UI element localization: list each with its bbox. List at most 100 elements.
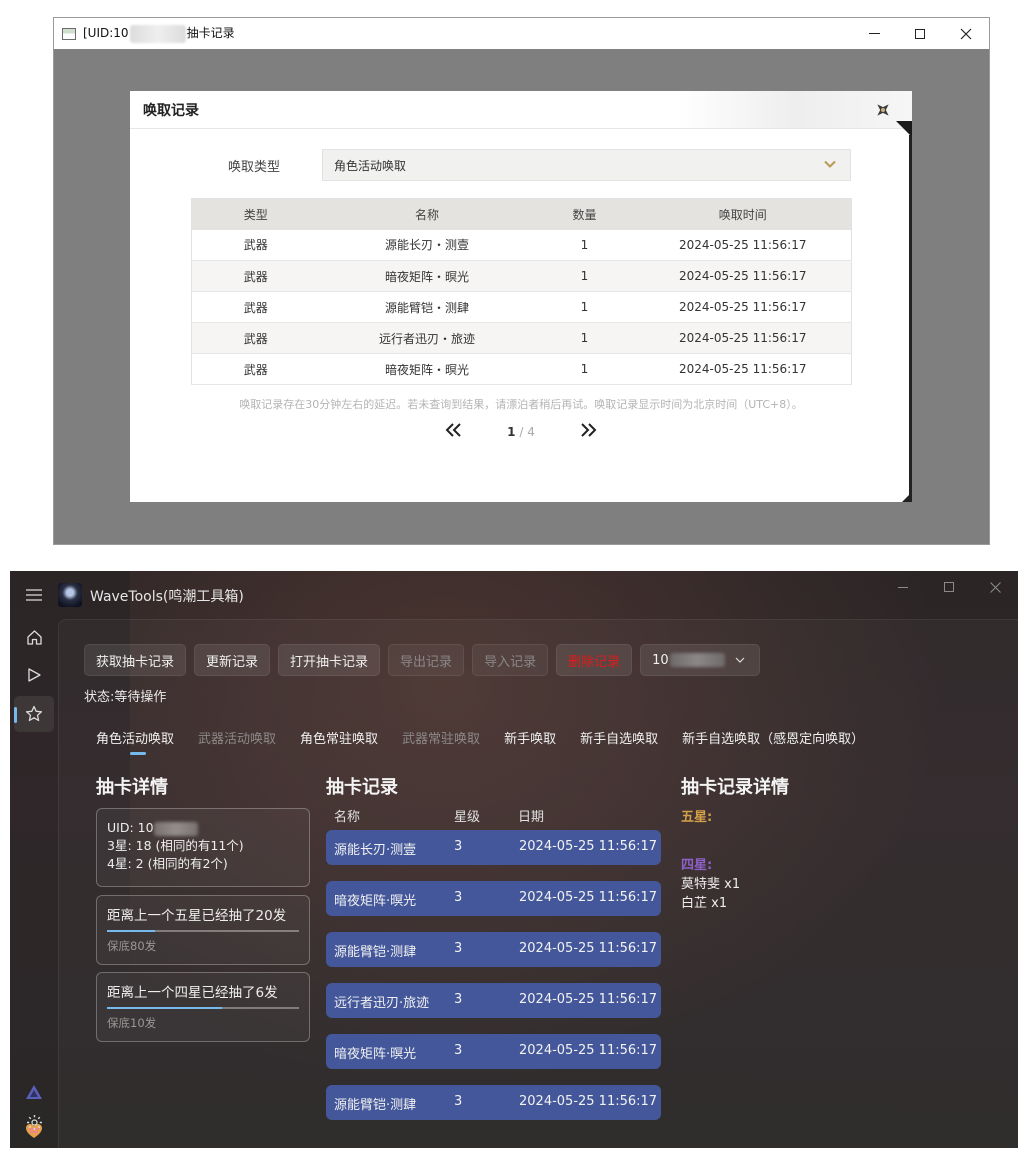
list-item[interactable]: 源能臂铠·测肆 3 2024-05-25 11:56:17 (326, 1085, 661, 1120)
uid-select-value: 10 (652, 652, 669, 668)
cell-count: 1 (534, 229, 635, 261)
next-page-button[interactable] (579, 423, 597, 440)
close-button[interactable] (972, 571, 1018, 603)
record-rarity: 3 (454, 992, 463, 1007)
close-button[interactable] (943, 18, 989, 49)
record-name: 远行者迅刃·旅迹 (334, 996, 430, 1011)
type-label: 唤取类型 (228, 159, 281, 175)
uid-select[interactable]: 10 (640, 644, 761, 676)
tab-weapon-event[interactable]: 武器活动唤取 (198, 728, 276, 747)
dialog-close-icon[interactable] (872, 99, 894, 121)
type-select[interactable]: 角色活动唤取 (322, 149, 851, 181)
cell-time: 2024-05-25 11:56:17 (634, 229, 852, 261)
tab-beginner[interactable]: 新手唤取 (504, 728, 556, 747)
cell-name: 暗夜矩阵・暝光 (319, 353, 535, 385)
four-star-pity-card: 距离上一个四星已经抽了6发 保底10发 (96, 972, 310, 1042)
cell-name: 远行者迅刃・旅迹 (319, 322, 535, 354)
delete-records-button[interactable]: 删除记录 (556, 644, 633, 676)
page-indicator: 1 / 4 (507, 425, 535, 439)
double-chevron-right-icon (581, 423, 597, 437)
pagination: 1 / 4 (130, 423, 912, 440)
tab-character-standard[interactable]: 角色常驻唤取 (300, 728, 378, 747)
get-records-button[interactable]: 获取抽卡记录 (84, 644, 187, 676)
page-separator: / (519, 424, 524, 439)
list-item[interactable]: 源能臂铠·测肆 3 2024-05-25 11:56:17 (326, 932, 661, 967)
dialog-edge-decoration (909, 135, 912, 495)
cell-name: 源能长刃・测壹 (319, 229, 535, 261)
nav-launch[interactable] (14, 657, 54, 693)
play-icon (28, 668, 41, 682)
app-titlebar[interactable]: WaveTools(鸣潮工具箱) (10, 571, 1018, 619)
summary-card: UID: 10 3星: 18 (相同的有11个) 4星: 2 (相同的有2个) (96, 808, 310, 887)
record-date: 2024-05-25 11:56:17 (519, 839, 658, 854)
five-star-pity-card: 距离上一个五星已经抽了20发 保底80发 (96, 895, 310, 965)
minimize-button[interactable] (880, 571, 926, 603)
table-row: 武器 远行者迅刃・旅迹 1 2024-05-25 11:56:17 (191, 322, 852, 354)
cell-count: 1 (534, 353, 635, 385)
dialog-header: 唤取记录 (130, 91, 912, 129)
delay-note: 唤取记录存在30分钟左右的延迟。若未查询到结果，请漂泊者稍后再试。唤取记录显示时… (239, 398, 803, 411)
cell-time: 2024-05-25 11:56:17 (634, 353, 852, 385)
record-date: 2024-05-25 11:56:17 (519, 992, 658, 1007)
record-name: 暗夜矩阵·暝光 (334, 894, 417, 909)
nav-home[interactable] (14, 619, 54, 655)
three-star-count: 3星: 18 (相同的有11个) (107, 838, 244, 853)
nav-gacha[interactable] (14, 696, 54, 732)
close-icon (989, 581, 1001, 593)
tab-character-event[interactable]: 角色活动唤取 (96, 728, 174, 755)
column-header: 名称 (319, 198, 535, 230)
redacted-uid (153, 821, 198, 836)
record-details-heading: 抽卡记录详情 (681, 777, 789, 798)
four-star-item: 白芷 x1 (681, 896, 728, 911)
record-name: 暗夜矩阵·暝光 (334, 1047, 417, 1062)
gear-icon (26, 1114, 42, 1130)
column-header-rarity: 星级 (454, 810, 481, 825)
list-item[interactable]: 远行者迅刃·旅迹 3 2024-05-25 11:56:17 (326, 983, 661, 1018)
status-text: 状态:等待操作 (84, 690, 167, 705)
list-item[interactable]: 暗夜矩阵·暝光 3 2024-05-25 11:56:17 (326, 1034, 661, 1069)
record-name: 源能长刃·测壹 (334, 843, 417, 858)
close-icon (960, 28, 972, 39)
maximize-button[interactable] (897, 18, 943, 49)
hamburger-menu-icon[interactable] (26, 589, 42, 601)
maximize-icon (944, 582, 954, 592)
export-records-button[interactable]: 导出记录 (388, 644, 465, 676)
cell-time: 2024-05-25 11:56:17 (634, 322, 852, 354)
tab-beginner-selector-thanks[interactable]: 新手自选唤取（感恩定向唤取） (682, 728, 864, 747)
type-filter-row: 唤取类型 角色活动唤取 (228, 149, 851, 181)
table-row: 武器 源能臂铠・测肆 1 2024-05-25 11:56:17 (191, 291, 852, 323)
records-list[interactable]: 源能长刃·测壹 3 2024-05-25 11:56:17 暗夜矩阵·暝光 3 … (326, 830, 663, 1148)
four-star-label: 四星: (681, 858, 713, 873)
list-item[interactable]: 暗夜矩阵·暝光 3 2024-05-25 11:56:17 (326, 881, 661, 916)
nav-settings[interactable] (14, 1104, 54, 1140)
open-records-button[interactable]: 打开抽卡记录 (278, 644, 381, 676)
gacha-page: 获取抽卡记录 更新记录 打开抽卡记录 导出记录 导入记录 删除记录 10 状态:… (58, 619, 1018, 1148)
prev-page-button[interactable] (445, 423, 463, 440)
update-records-button[interactable]: 更新记录 (194, 644, 271, 676)
chevron-down-icon (824, 160, 836, 168)
tab-beginner-selector[interactable]: 新手自选唤取 (580, 728, 658, 747)
column-header-name: 名称 (334, 810, 361, 825)
minimize-button[interactable] (851, 18, 897, 49)
maximize-icon (915, 28, 925, 39)
five-star-pity-fill (107, 930, 155, 932)
dialog-title: 唤取记录 (143, 102, 199, 119)
record-rarity: 3 (454, 839, 463, 854)
cell-name: 暗夜矩阵・暝光 (319, 260, 535, 292)
cell-type: 武器 (191, 229, 320, 261)
cell-type: 武器 (191, 353, 320, 385)
convene-record-dialog: 唤取记录 唤取类型 角色活动唤取 类型 名称 数量 唤取时间 武器 源能长刃・测… (130, 91, 912, 502)
window-titlebar[interactable]: [UID:10 抽卡记录 (54, 18, 989, 49)
maximize-button[interactable] (926, 571, 972, 603)
app-title: WaveTools(鸣潮工具箱) (90, 589, 244, 605)
tab-weapon-standard[interactable]: 武器常驻唤取 (402, 728, 480, 747)
four-star-pity-fill (107, 1007, 223, 1009)
cell-time: 2024-05-25 11:56:17 (634, 291, 852, 323)
four-star-item: 莫特斐 x1 (681, 877, 741, 892)
list-item[interactable]: 源能长刃·测壹 3 2024-05-25 11:56:17 (326, 830, 661, 865)
import-records-button[interactable]: 导入记录 (472, 644, 549, 676)
side-navigation (10, 619, 58, 1148)
double-chevron-left-icon (445, 423, 461, 437)
records-heading: 抽卡记录 (326, 777, 398, 798)
record-rarity: 3 (454, 1094, 463, 1109)
